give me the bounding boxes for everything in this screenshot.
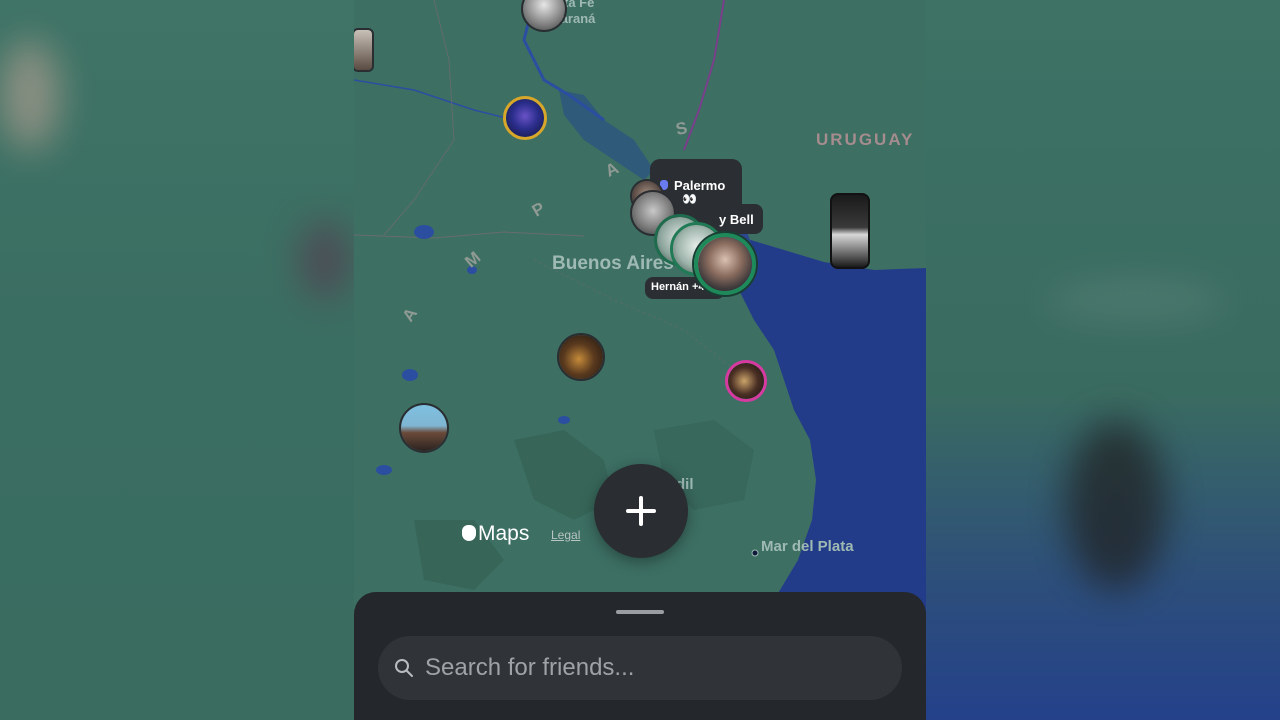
city-label-buenos-aires: Buenos Aires: [552, 253, 674, 274]
friend-pin[interactable]: [399, 403, 449, 453]
blurred-background-right: [926, 0, 1280, 720]
names-tag-text: Hernán +4: [651, 281, 705, 293]
friend-avatar: [354, 30, 372, 70]
country-label-uruguay: URUGUAY: [816, 130, 915, 149]
lake: [414, 225, 434, 239]
blurred-background-left: [0, 0, 354, 720]
mar-del-plata-dot: [751, 549, 759, 557]
lake: [376, 465, 392, 475]
search-placeholder: Search for friends...: [425, 654, 635, 681]
apple-icon: [462, 525, 476, 541]
name-tag-text: y Bell: [719, 212, 754, 227]
maps-attribution: Maps: [462, 522, 529, 546]
friend-avatar: [728, 363, 764, 399]
search-field[interactable]: Search for friends...: [378, 636, 902, 700]
blurred-photo-left-2: [300, 220, 350, 300]
city-label-mar-del-plata: Mar del Plata: [761, 538, 854, 555]
friend-avatar: [559, 335, 603, 379]
maps-brand-label: Maps: [478, 522, 530, 545]
sheet-grabber[interactable]: [616, 610, 664, 614]
blurred-phone-right: [1066, 420, 1166, 590]
blurred-label-right: [1046, 280, 1226, 320]
lake: [402, 369, 418, 381]
legal-link[interactable]: Legal: [551, 528, 580, 542]
add-button[interactable]: [594, 464, 688, 558]
location-card-label: Palermo: [674, 178, 726, 193]
blurred-photo-left: [0, 40, 60, 150]
phone-screen: URUGUAY S A P M A ta Fe Paraná Buenos Ai…: [354, 0, 926, 720]
eyes-emoji: 👀: [682, 192, 697, 206]
friend-pin-story[interactable]: [830, 193, 870, 269]
friend-pin-partial[interactable]: [354, 28, 374, 72]
city-label-santa-fe: ta Fe: [564, 0, 595, 10]
friend-avatar: [832, 195, 868, 267]
friend-pin[interactable]: [503, 96, 547, 140]
plus-icon-vertical: [639, 496, 643, 526]
friend-avatar: [506, 99, 544, 137]
bottom-sheet[interactable]: Search for friends...: [354, 592, 926, 720]
friend-pin[interactable]: [557, 333, 605, 381]
lake: [558, 416, 570, 424]
friend-pin-main[interactable]: [694, 233, 756, 295]
search-icon: [395, 659, 413, 677]
friend-avatar: [523, 0, 565, 30]
friend-pin[interactable]: [725, 360, 767, 402]
friend-avatar: [698, 237, 752, 291]
friend-avatar: [401, 405, 447, 451]
